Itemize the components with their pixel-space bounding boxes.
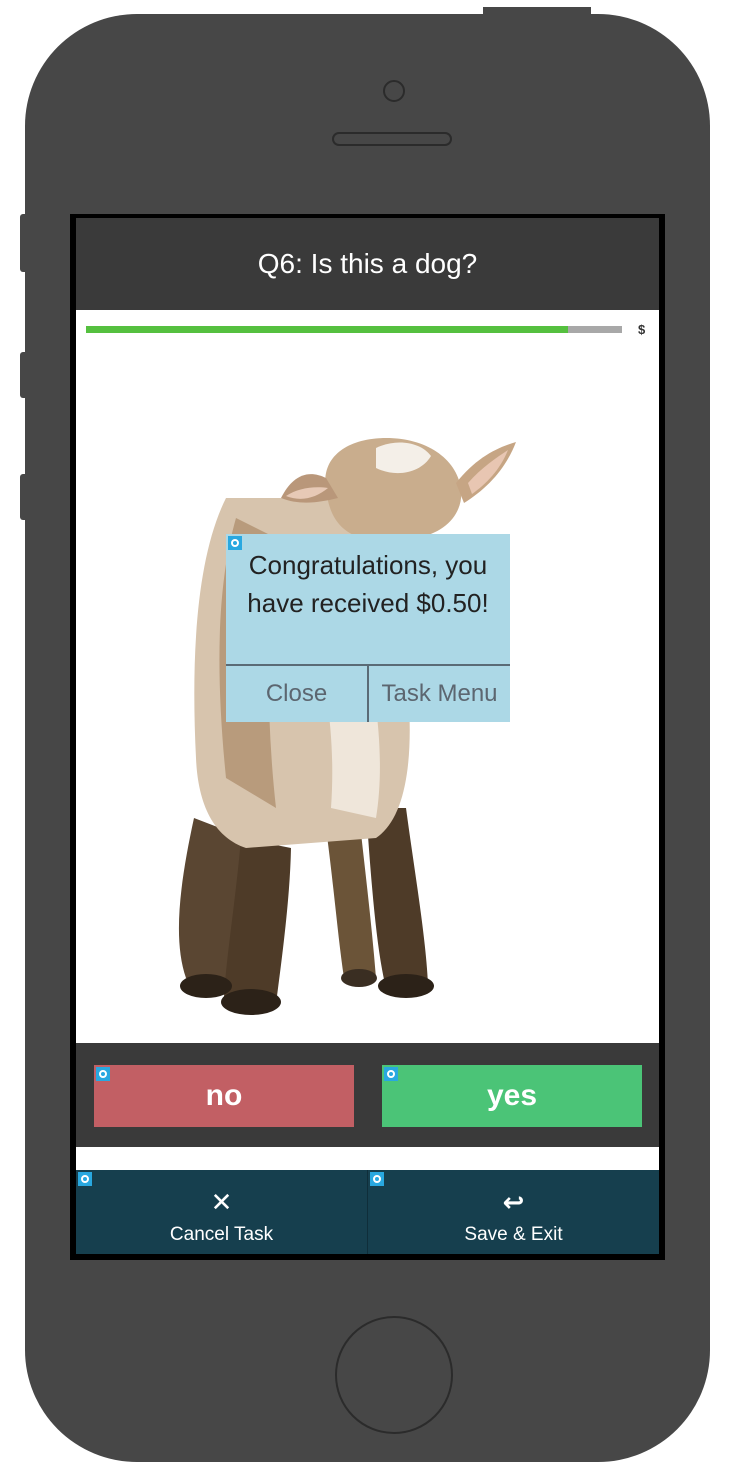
- answer-bar: no yes: [76, 1043, 659, 1147]
- bottom-toolbar: ✕ Cancel Task ↩ Save & Exit: [76, 1170, 659, 1254]
- progress-bar: [86, 326, 622, 333]
- hotspot-marker-icon: [78, 1172, 92, 1186]
- yes-button[interactable]: yes: [382, 1065, 642, 1127]
- save-exit-label: Save & Exit: [464, 1224, 563, 1245]
- hotspot-marker-icon: [384, 1067, 398, 1081]
- home-button[interactable]: [335, 1316, 453, 1434]
- popup-close-button[interactable]: Close: [226, 666, 367, 722]
- question-title: Q6: Is this a dog?: [257, 248, 478, 279]
- app-viewport: Q6: Is this a dog? $ Congratulations, yo…: [76, 218, 659, 1254]
- progress-tail-label: $: [638, 322, 646, 337]
- progress-bar-fill: [86, 326, 569, 333]
- popup-actions: Close Task Menu: [226, 664, 510, 722]
- question-header: Q6: Is this a dog?: [76, 218, 659, 310]
- hotspot-marker-icon: [96, 1067, 110, 1081]
- popup-task-menu-button[interactable]: Task Menu: [367, 666, 510, 722]
- reward-popup: Congratulations, you have received $0.50…: [226, 534, 510, 722]
- no-button[interactable]: no: [94, 1065, 354, 1127]
- reply-icon: ↩: [502, 1187, 525, 1217]
- no-button-label: no: [205, 1079, 243, 1112]
- hotspot-marker-icon: [370, 1172, 384, 1186]
- save-exit-button[interactable]: ↩ Save & Exit: [367, 1170, 659, 1254]
- yes-button-label: yes: [486, 1079, 538, 1112]
- cancel-task-button[interactable]: ✕ Cancel Task: [76, 1170, 367, 1254]
- reward-message: Congratulations, you have received $0.50…: [247, 550, 489, 618]
- front-camera: [383, 80, 405, 102]
- phone-screen: Q6: Is this a dog? $ Congratulations, yo…: [70, 214, 665, 1260]
- cancel-task-label: Cancel Task: [169, 1224, 274, 1245]
- earpiece-speaker: [332, 132, 452, 146]
- close-icon: ✕: [210, 1187, 233, 1217]
